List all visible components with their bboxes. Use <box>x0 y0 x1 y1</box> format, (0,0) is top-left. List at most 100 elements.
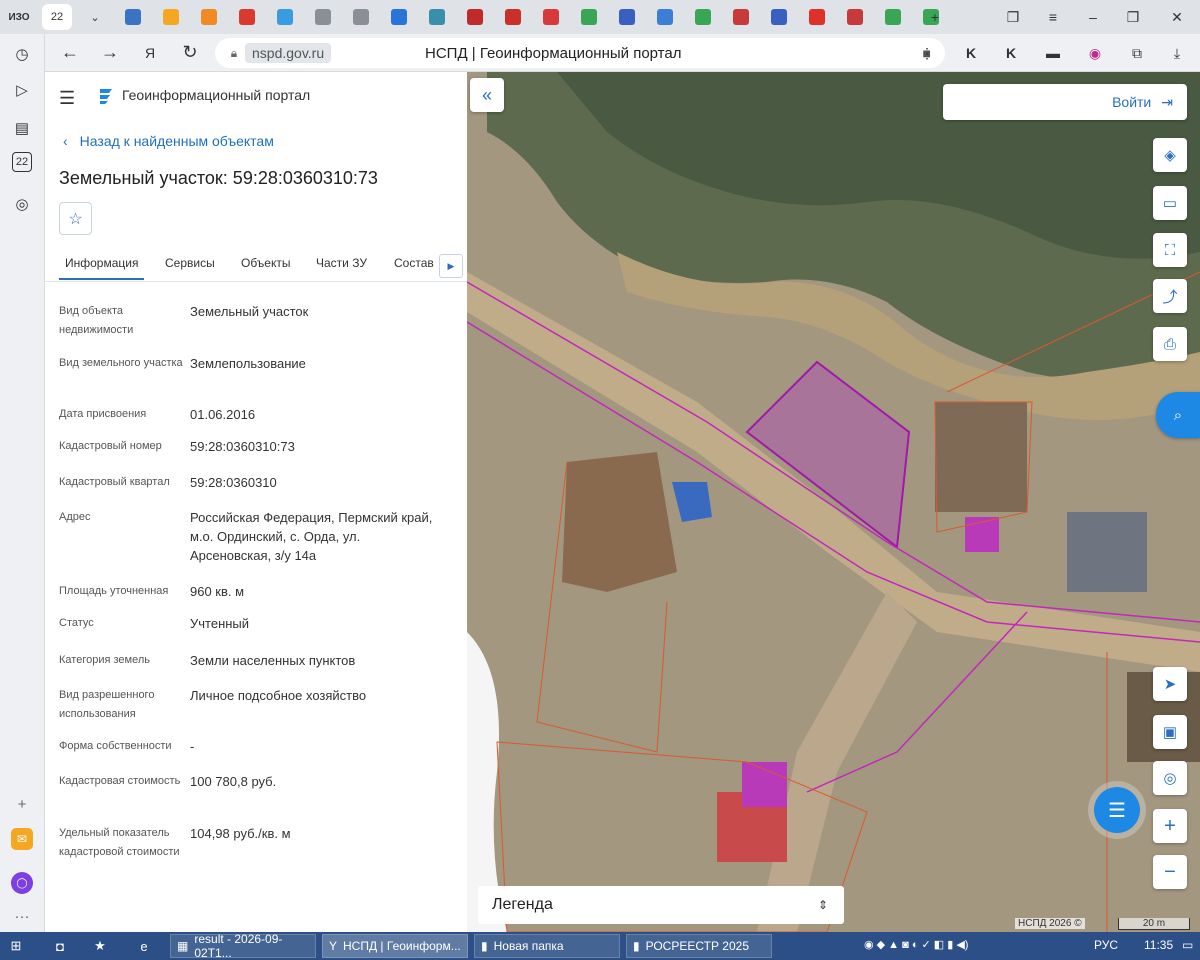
clock[interactable]: 11:35 <box>1144 938 1173 952</box>
pinned-tab[interactable] <box>726 4 756 30</box>
site-favicon-icon <box>163 9 179 25</box>
download-icon[interactable]: ⤓ <box>1163 39 1191 67</box>
site-favicon-icon <box>201 9 217 25</box>
geolocation-icon[interactable]: ➤ <box>1153 667 1187 701</box>
zoom-out-icon[interactable]: − <box>1153 855 1187 889</box>
browser-menu-icon[interactable]: ≡ <box>1036 0 1070 34</box>
screenshot-icon[interactable]: ◎ <box>8 190 36 218</box>
tabs-panel-icon[interactable]: ❐ <box>996 0 1030 34</box>
share-icon[interactable]: ⤴ <box>1153 279 1187 313</box>
taskbar-item[interactable]: ▮ РОСРЕЕСТР 2025 <box>626 934 772 958</box>
pinned-tab[interactable] <box>422 4 452 30</box>
field-label: Кадастровый номер <box>59 440 162 452</box>
extension-k1-icon[interactable]: K <box>957 39 985 67</box>
new-tab-button[interactable]: + <box>918 0 952 34</box>
extension-cap-icon[interactable]: ▬ <box>1039 39 1067 67</box>
star-icon[interactable]: ★ <box>90 936 110 956</box>
pinned-tab[interactable] <box>612 4 642 30</box>
more-options-icon[interactable]: ⋮ <box>913 39 941 67</box>
print-icon[interactable]: ⎙ <box>1153 327 1187 361</box>
pinned-tab[interactable] <box>194 4 224 30</box>
pinned-tab[interactable] <box>346 4 376 30</box>
back-arrow-icon[interactable]: ← <box>51 37 89 69</box>
pinned-tab[interactable] <box>688 4 718 30</box>
pinned-tab[interactable] <box>384 4 414 30</box>
search-panel-icon[interactable]: ⌕ <box>1156 392 1200 438</box>
ruler-icon[interactable]: ▭ <box>1153 186 1187 220</box>
layers-icon[interactable]: ◈ <box>1153 138 1187 172</box>
zoom-in-icon[interactable]: + <box>1153 809 1187 843</box>
tab-composition[interactable]: Состав <box>394 256 434 270</box>
pinned-tab[interactable] <box>270 4 300 30</box>
pinned-tab[interactable] <box>156 4 186 30</box>
app-icon[interactable]: ◘ <box>50 936 70 956</box>
collections-icon[interactable]: ▤ <box>8 114 36 142</box>
tab-objects[interactable]: Объекты <box>241 256 291 270</box>
legend-dropdown[interactable]: Легенда ⇕ <box>478 886 844 924</box>
restore-button[interactable]: ❐ <box>1116 0 1150 34</box>
tab-22[interactable]: 22 <box>42 4 72 30</box>
extension-puzzle-icon[interactable]: ⧉ <box>1123 39 1151 67</box>
tab-izo[interactable]: ИЗО <box>4 4 34 30</box>
browser-tab-strip: ИЗО 22 ⌄ + ❐ ≡ – ❐ ✕ <box>0 0 1200 34</box>
folder-icon: ▮ <box>481 939 488 953</box>
basemap-icon[interactable]: ▣ <box>1153 715 1187 749</box>
pinned-tab[interactable] <box>802 4 832 30</box>
site-favicon-icon <box>467 9 483 25</box>
more-icon[interactable]: ··· <box>8 902 36 930</box>
play-icon[interactable]: ▷ <box>8 76 36 104</box>
yandex-icon[interactable]: Я <box>131 37 169 69</box>
tab-services[interactable]: Сервисы <box>165 256 215 270</box>
pinned-tab[interactable] <box>460 4 490 30</box>
pinned-tab[interactable] <box>536 4 566 30</box>
locate-point-icon[interactable]: ◎ <box>1153 761 1187 795</box>
tab-information[interactable]: Информация <box>59 256 145 280</box>
windows-start-icon[interactable]: ⊞ <box>6 936 26 956</box>
url-field[interactable]: 🔒︎ nspd.gov.ru НСПД | Геоинформационный … <box>215 38 945 68</box>
pinned-tab[interactable] <box>308 4 338 30</box>
taskbar-item[interactable]: ▦ result - 2026-09-02T1... <box>170 932 316 960</box>
pinned-tab[interactable] <box>650 4 680 30</box>
internet-explorer-icon[interactable]: e <box>134 936 154 956</box>
pinned-tab[interactable] <box>498 4 528 30</box>
alice-icon[interactable]: ◯ <box>11 872 33 894</box>
field-value: - <box>190 739 195 754</box>
spreadsheet-icon: ▦ <box>177 939 189 953</box>
notifications-icon[interactable]: ▭ <box>1182 938 1193 952</box>
forward-arrow-icon[interactable]: → <box>91 37 129 69</box>
pinned-tab[interactable] <box>840 4 870 30</box>
close-window-button[interactable]: ✕ <box>1160 0 1194 34</box>
field-value: 960 кв. м <box>190 584 245 599</box>
login-button[interactable]: Войти ⇥ <box>943 84 1187 120</box>
back-to-results-link[interactable]: ‹ Назад к найденным объектам <box>63 133 274 149</box>
hamburger-menu-icon[interactable]: ☰ <box>59 88 77 109</box>
reload-icon[interactable]: ↻ <box>171 37 209 69</box>
tab-list-chevron-icon[interactable]: ⌄ <box>80 4 110 30</box>
map-view[interactable]: « Войти ⇥ ◈ ▭ ⛶ ⤴ ⎙ ⌕ ➤ ▣ ◎ ☰ + − Легенд… <box>467 72 1200 932</box>
back-link-label: Назад к найденным объектам <box>79 133 274 149</box>
mail-icon[interactable]: ✉ <box>11 828 33 850</box>
pinned-tab[interactable] <box>878 4 908 30</box>
favorite-star-icon[interactable]: ☆ <box>59 202 92 235</box>
history-icon[interactable]: ◷ <box>8 40 36 68</box>
pinned-tab[interactable] <box>118 4 148 30</box>
pinned-tab[interactable] <box>764 4 794 30</box>
extension-k2-icon[interactable]: K <box>997 39 1025 67</box>
field-value: Землепользование <box>190 356 306 371</box>
extension-circle-icon[interactable]: ◉ <box>1081 39 1109 67</box>
minimize-button[interactable]: – <box>1076 0 1110 34</box>
tabs-next-arrow-icon[interactable]: ▶ <box>439 254 463 278</box>
taskbar-item[interactable]: Y НСПД | Геоинформ... <box>322 934 468 958</box>
tray-icons[interactable]: ◉ ◆ ▲ ◙ ◐ ✓ ◧ ▮ ◀) <box>864 938 968 951</box>
calendar-icon[interactable]: 22 <box>12 152 32 172</box>
pinned-tab[interactable] <box>232 4 262 30</box>
taskbar-item[interactable]: ▮ Новая папка <box>474 934 620 958</box>
collapse-panel-icon[interactable]: « <box>470 78 504 112</box>
satellite-map[interactable] <box>467 72 1200 932</box>
pinned-tab[interactable] <box>574 4 604 30</box>
language-indicator[interactable]: РУС <box>1094 938 1118 952</box>
add-panel-icon[interactable]: + <box>8 790 36 818</box>
area-select-icon[interactable]: ⛶ <box>1153 233 1187 267</box>
chat-icon[interactable]: ☰ <box>1094 787 1140 833</box>
tab-parts[interactable]: Части ЗУ <box>316 256 367 270</box>
